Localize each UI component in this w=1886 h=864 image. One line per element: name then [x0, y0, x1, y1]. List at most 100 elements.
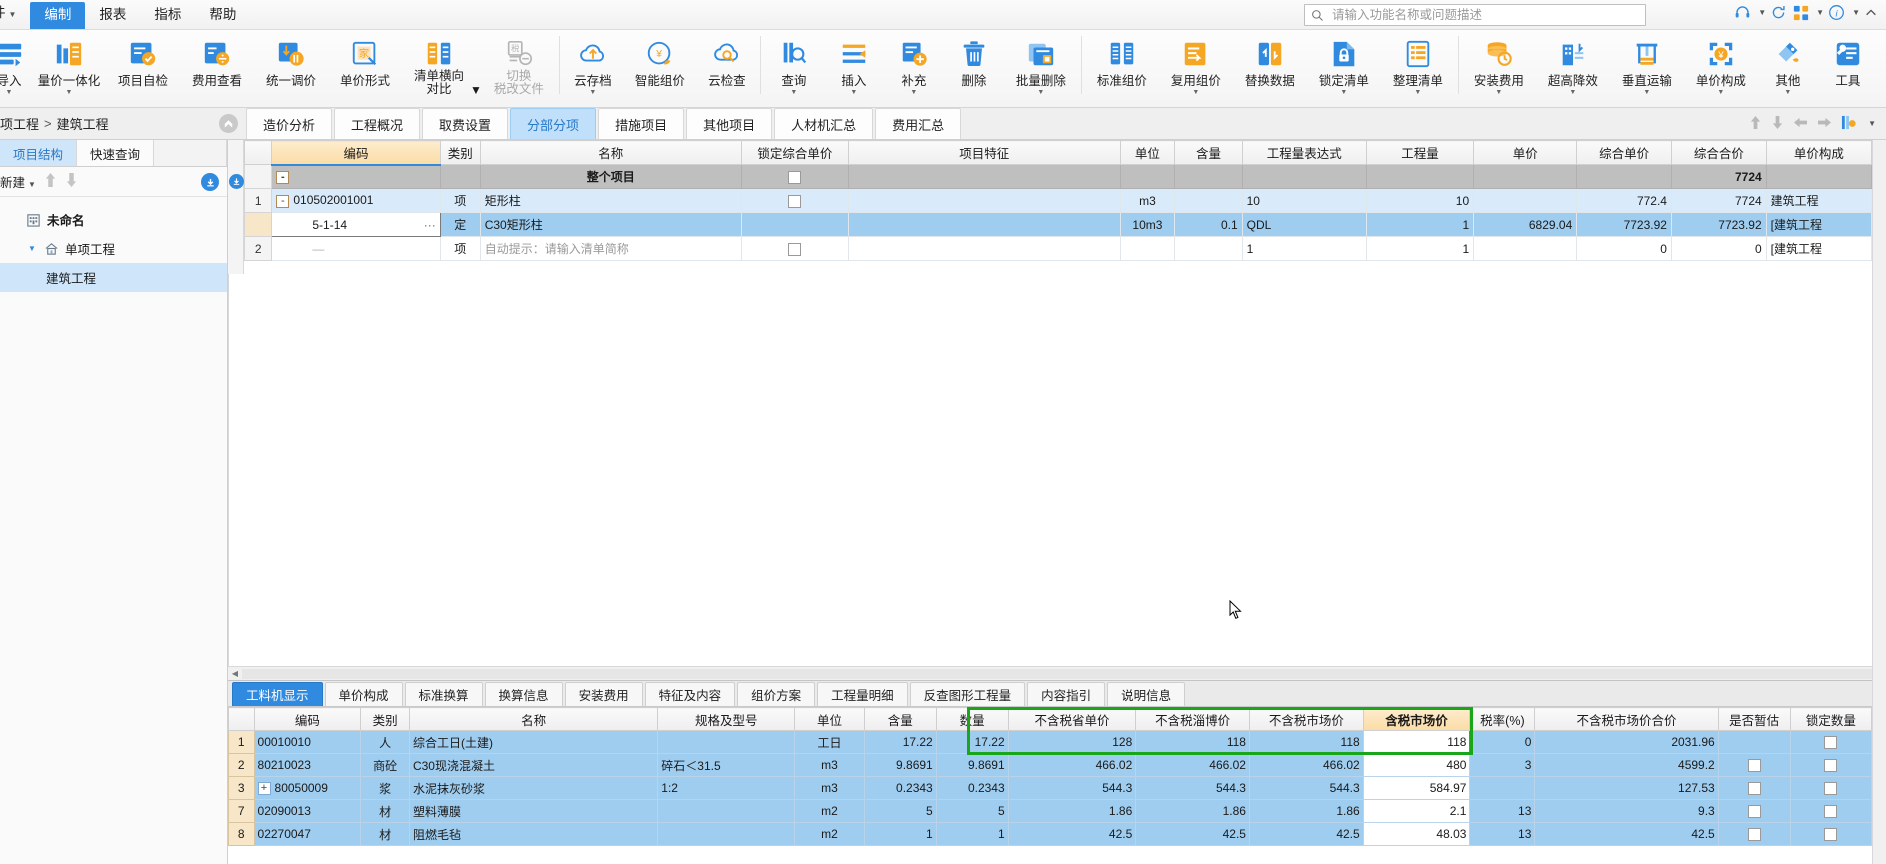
ribbon-button-height-efficiency[interactable]: 超高降效 ▼ — [1536, 30, 1610, 106]
lock-qty-checkbox[interactable] — [1824, 805, 1838, 819]
cell-name[interactable]: 塑料薄膜 — [408, 799, 659, 823]
arrow-down-icon[interactable] — [65, 172, 78, 191]
estimate-checkbox[interactable] — [1747, 782, 1761, 796]
cell-qty[interactable]: 1 — [1365, 212, 1475, 237]
cell-lock-qty[interactable] — [1789, 730, 1872, 754]
ribbon-button-batch-delete[interactable]: 批量删除 ▼ — [1004, 30, 1078, 106]
ribbon-button-supplement[interactable]: 补充 ▼ — [884, 30, 944, 106]
cell-price[interactable] — [1473, 188, 1578, 213]
ribbon-button-replace-data[interactable]: 替换数据 — [1233, 30, 1307, 106]
cell-is-estimate[interactable] — [1717, 753, 1791, 777]
ribbon-button-other[interactable]: 其他 ▼ — [1758, 30, 1818, 106]
ribbon-button-import[interactable]: 导入 ▼ — [0, 30, 32, 106]
cell-category[interactable]: 材 — [360, 799, 410, 823]
cell-tax-market-price[interactable]: 118 — [1362, 730, 1471, 754]
chevron-down-icon[interactable]: ▼ — [1569, 89, 1576, 96]
headset-icon[interactable] — [1732, 3, 1753, 22]
cell-content[interactable]: 9.8691 — [863, 753, 937, 777]
menu-item-indicator[interactable]: 指标 — [140, 2, 195, 29]
ribbon-button-standard-price[interactable]: 标准组价 — [1085, 30, 1159, 106]
lock-qty-checkbox[interactable] — [1824, 828, 1838, 842]
cell-comp-price[interactable]: 7723.92 — [1576, 212, 1672, 237]
chevron-down-icon[interactable]: ▼ — [1816, 8, 1824, 17]
ribbon-button-unit-price-form[interactable]: 家 单价形式 — [328, 30, 402, 106]
cell-market-price[interactable]: 544.3 — [1248, 776, 1364, 800]
ribbon-button-switch-tax-file[interactable]: 税 切换 税改文件 — [482, 30, 556, 106]
cell-code[interactable]: 80210023 — [253, 753, 362, 777]
cell-province-price[interactable]: 128 — [1007, 730, 1137, 754]
cell-lock[interactable] — [740, 164, 850, 189]
row-expander[interactable]: - — [276, 194, 290, 208]
cell-code[interactable]: 5-1-14 ··· — [271, 212, 441, 237]
cell-spec[interactable] — [657, 822, 796, 846]
material-header-quantity[interactable]: 数量 — [935, 707, 1009, 731]
cell-content[interactable]: 17.22 — [863, 730, 937, 754]
cell-content[interactable] — [1174, 188, 1243, 213]
cell-market-total[interactable]: 127.53 — [1534, 776, 1719, 800]
ribbon-button-insert[interactable]: 插入 ▼ — [824, 30, 884, 106]
tab-cost-analysis[interactable]: 造价分析 — [246, 108, 333, 139]
cell-is-estimate[interactable] — [1717, 822, 1791, 846]
grid-header-content[interactable]: 含量 — [1174, 140, 1243, 165]
cell-lock[interactable] — [740, 236, 850, 261]
cell-content[interactable]: 0.2343 — [863, 776, 937, 800]
bottom-tab-unit-price-composition[interactable]: 单价构成 — [324, 682, 403, 706]
cell-unit[interactable]: m2 — [794, 799, 865, 823]
cell-feature[interactable] — [848, 188, 1121, 213]
cell-name[interactable]: 阻燃毛毡 — [408, 822, 659, 846]
cell-feature[interactable] — [848, 212, 1121, 237]
ribbon-button-cloud-check[interactable]: 云检查 — [697, 30, 757, 106]
cell-code[interactable]: — — [271, 236, 441, 261]
table-row[interactable]: 1 00010010 人 综合工日(土建) 工日 17.22 17.22 128… — [228, 730, 1872, 754]
ribbon-button-organize-list[interactable]: 整理清单 ▼ — [1381, 30, 1455, 106]
move-right-icon[interactable] — [1817, 116, 1832, 132]
cell-zibo-price[interactable]: 42.5 — [1135, 822, 1250, 846]
lock-qty-checkbox[interactable] — [1824, 736, 1838, 750]
cell-comp-total[interactable]: 7724 — [1670, 164, 1767, 189]
cell-market-price[interactable]: 466.02 — [1248, 753, 1364, 777]
cell-feature[interactable] — [848, 164, 1121, 189]
lock-checkbox[interactable] — [788, 170, 802, 184]
cell-code[interactable]: - — [271, 164, 441, 189]
cell-price[interactable] — [1473, 164, 1578, 189]
menu-item-file[interactable]: 件▼ — [0, 0, 30, 29]
ribbon-button-list-compare[interactable]: 清单横向 对比 — [402, 30, 476, 106]
tree-node-unnamed[interactable]: 未命名 — [0, 205, 227, 234]
grid-header-comprehensive-total[interactable]: 综合合价 — [1670, 140, 1767, 165]
cell-tax-market-price[interactable]: 2.1 — [1362, 799, 1471, 823]
cell-name[interactable]: 矩形柱 — [479, 188, 742, 213]
cell-composition[interactable]: [建筑工程 — [1765, 212, 1872, 237]
cell-zibo-price[interactable]: 544.3 — [1135, 776, 1250, 800]
cell-qty-expr[interactable] — [1241, 164, 1367, 189]
cell-market-price[interactable]: 118 — [1248, 730, 1364, 754]
cell-comp-price[interactable] — [1576, 164, 1672, 189]
cell-category[interactable]: 浆 — [360, 776, 410, 800]
table-row[interactable]: 1 -010502001001 项 矩形柱 m3 10 10 772.4 772… — [244, 188, 1872, 213]
cell-qty-expr[interactable]: QDL — [1241, 212, 1367, 237]
bottom-tab-standard-conversion[interactable]: 标准换算 — [404, 682, 483, 706]
ribbon-button-quantity-price[interactable]: 量价一体化 ▼ — [32, 30, 106, 106]
material-header-name[interactable]: 名称 — [408, 707, 659, 731]
material-header-is-estimate[interactable]: 是否暂估 — [1717, 707, 1791, 731]
row-expander[interactable]: - — [276, 170, 290, 184]
tree-expander[interactable]: ▼ — [28, 244, 42, 253]
new-button[interactable]: 新建 ▼ — [0, 172, 36, 191]
cell-spec[interactable]: 碎石＜31.5 — [657, 753, 796, 777]
breadcrumb-part-0[interactable]: 项工程 — [0, 114, 39, 133]
lock-qty-checkbox[interactable] — [1824, 782, 1838, 796]
table-row[interactable]: 2 80210023 商砼 C30现浇混凝土 碎石＜31.5 m3 9.8691… — [228, 753, 1872, 777]
chevron-down-icon[interactable]: ▼ — [1868, 119, 1876, 128]
chevron-down-icon[interactable]: ▼ — [1495, 89, 1502, 96]
cell-name[interactable]: 综合工日(土建) — [408, 730, 659, 754]
cell-market-total[interactable]: 2031.96 — [1534, 730, 1719, 754]
cell-category[interactable]: 定 — [439, 212, 481, 237]
cell-qty[interactable] — [1365, 164, 1475, 189]
collapse-panel-icon[interactable] — [219, 114, 238, 133]
cell-unit[interactable]: 工日 — [794, 730, 865, 754]
bottom-tab-quantity-detail[interactable]: 工程量明细 — [817, 682, 908, 706]
lock-qty-checkbox[interactable] — [1824, 759, 1838, 773]
cell-unit[interactable]: m2 — [794, 822, 865, 846]
cell-tax-market-price[interactable]: 480 — [1362, 753, 1471, 777]
tab-labor-material-summary[interactable]: 人材机汇总 — [774, 108, 874, 139]
bottom-tab-install-cost[interactable]: 安装费用 — [564, 682, 643, 706]
